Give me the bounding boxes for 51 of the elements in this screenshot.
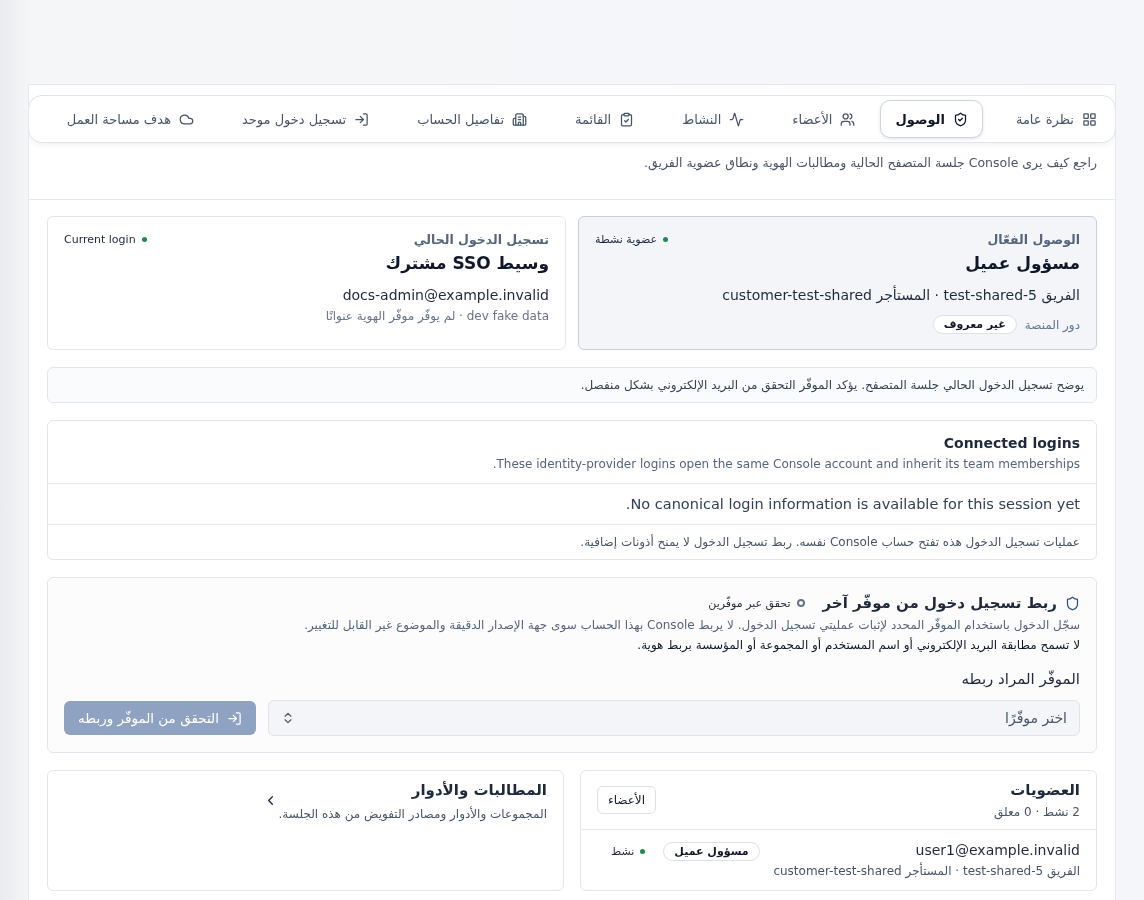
members-button[interactable]: الأعضاء — [597, 786, 657, 814]
panel-subtitle: المجموعات والأدوار ومصادر التفويض من هذه الجلسة. — [278, 807, 547, 821]
cloud-icon — [179, 111, 194, 127]
tab[interactable]: النشاط — [667, 100, 760, 138]
panel-title: ربط تسجيل دخول من موفّر آخر — [822, 594, 1057, 612]
intro-text: راجع كيف يرى Console جلسة المتصفح الحالية ومطالبات الهوية ونطاق عضوية الفريق. — [29, 143, 1115, 200]
help-text: لا تسمح مطابقة البريد الإلكتروني أو اسم المستخدم أو المجموعة أو المؤسسة بربط هوية. — [636, 638, 1080, 652]
users-icon — [840, 111, 856, 127]
team-detail: الفريق test-shared-5 · المستأجر customer-test-shared — [721, 287, 1080, 303]
panel-title: Connected logins — [942, 435, 1080, 451]
shield-icon — [1065, 595, 1080, 611]
tab[interactable]: هدف مساحة العمل — [51, 100, 209, 138]
card-eyebrow: تسجيل الدخول الحالي — [413, 232, 549, 247]
panel-title: العضويات — [1009, 781, 1080, 799]
tab[interactable]: تفاصيل الحساب — [402, 100, 542, 138]
member-detail: الفريق test-shared-5 · المستأجر customer-test-shared — [773, 864, 1080, 878]
login-icon — [354, 111, 370, 127]
panel-title: المطالبات والأدوار — [410, 781, 547, 799]
activity-icon — [729, 111, 745, 127]
role-badge: غير معروف — [932, 315, 1017, 334]
panel-subtitle: These identity-provider logins open the same Console account and inherit its team memberships. — [491, 457, 1080, 471]
email-text: docs-admin@example.invalid — [341, 287, 549, 303]
tab[interactable]: تسجيل دخول موحد — [227, 100, 385, 138]
panel-footer: عمليات تسجيل الدخول هذه تفتح حساب Console نفسه. ربط تسجيل الدخول لا يمنح أذونات إضافية. — [64, 535, 1080, 549]
field-label: الموفّر المراد ربطه — [960, 670, 1080, 688]
status-label: عضوية نشطة — [595, 233, 669, 246]
notice-text: يوضح تسجيل الدخول الحالي جلسة المتصفح. يؤكد الموفّر التحقق من البريد الإلكتروني بشكل منفصل. — [47, 367, 1097, 403]
empty-message: No canonical login information is available for this session yet. — [624, 496, 1080, 512]
tab[interactable]: الوصول — [880, 100, 983, 138]
card-title: وسيط SSO مشترك — [384, 253, 549, 273]
card-title: مسؤول عميل — [964, 253, 1080, 273]
role-badge: مسؤول عميل — [663, 842, 760, 861]
claims-toggle[interactable]: المطالبات والأدوار المجموعات والأدوار ومصادر التفويض من هذه الجلسة. — [247, 771, 563, 831]
card-eyebrow: الوصول الفعّال — [987, 232, 1080, 247]
clipboard-icon — [619, 111, 635, 127]
tab[interactable]: نظرة عامة — [1000, 100, 1112, 138]
note-text: dev fake data · لم يوفّر موفّر الهوية عنوانًا — [324, 309, 549, 323]
role-label: دور المنصة — [1024, 317, 1080, 332]
shield-icon — [952, 111, 968, 127]
tab[interactable]: الأعضاء — [777, 100, 871, 138]
help-text: سجّل الدخول باستخدام الموفّر المحدد لإثبات عمليتي تسجيل الدخول. لا يربط Console بهذا الحساب سوى جهة الإصدار الدقيقة والموضوع غير القابل للتغيير. — [303, 618, 1080, 632]
summary-text: 2 نشط · 0 معلق — [994, 805, 1080, 819]
login-icon — [226, 710, 242, 726]
building-icon — [512, 111, 527, 127]
member-email: user1@example.invalid — [914, 842, 1080, 858]
status-label: نشط — [611, 845, 646, 858]
tab[interactable]: القائمة — [560, 100, 650, 138]
status-label: تحقق عبر موفّرين — [708, 596, 805, 610]
grid-icon — [1082, 111, 1097, 127]
provider-select[interactable]: اختر موفّرًا — [268, 700, 1080, 736]
status-label: Current login — [64, 233, 147, 246]
